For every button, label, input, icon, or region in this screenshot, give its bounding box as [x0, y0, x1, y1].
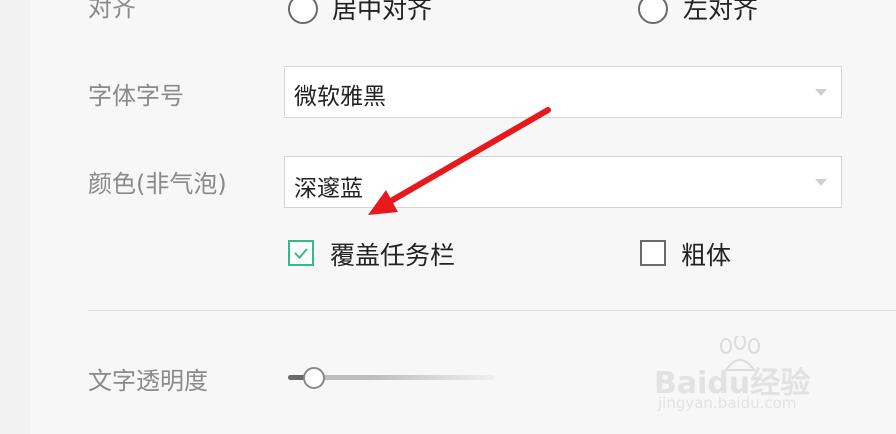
annotation-arrow-icon	[368, 107, 551, 215]
